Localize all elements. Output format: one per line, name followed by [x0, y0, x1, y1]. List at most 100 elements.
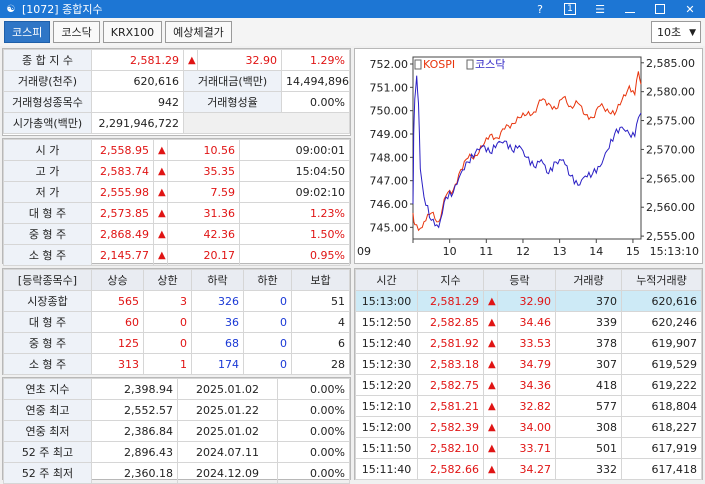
traded-count-value: 942 [91, 91, 184, 113]
record-label: 연중 최저 [3, 420, 92, 442]
tick-change: 33.53 [497, 332, 556, 354]
tick-cum-volume: 620,246 [621, 311, 702, 333]
tick-index: 2,582.10 [417, 437, 484, 459]
left-tick-label: 749.00 [370, 128, 409, 141]
tick-cum-volume: 617,418 [621, 458, 702, 480]
record-row: 연중 최고 2,552.57 2025.01.22 0.00% [3, 399, 350, 421]
record-date: 2024.07.11 [177, 441, 278, 463]
summary-label: 거래형성율 [183, 91, 282, 113]
tab-kospi[interactable]: 코스피 [4, 21, 51, 43]
tab-kosdaq[interactable]: 코스닥 [53, 21, 100, 43]
maximize-button[interactable] [645, 0, 675, 18]
breadth-upper-count: 3 [143, 290, 192, 312]
empty-cell [183, 112, 350, 134]
tick-index: 2,581.29 [417, 290, 484, 312]
up-arrow-icon: ▲ [483, 416, 498, 438]
legend-swatch [414, 59, 422, 70]
x-tick-label: 11 [479, 245, 493, 258]
price-value: 2,558.95 [91, 139, 154, 161]
tab-expected[interactable]: 예상체결가 [165, 21, 232, 43]
price-row: 시 가 2,558.95 ▲ 10.56 09:00:01 [3, 139, 350, 161]
tick-volume: 577 [555, 395, 622, 417]
x-tick-label: 10 [443, 245, 457, 258]
x-tick-label: 14 [589, 245, 603, 258]
tick-panel[interactable]: 시간 지수 등락 거래량 누적거래량 15:13:00 2,581.29 ▲ 32.90 370 6… [354, 268, 703, 480]
record-rate: 0.00% [277, 462, 350, 484]
tick-cum-volume: 619,529 [621, 353, 702, 375]
tick-change: 34.00 [497, 416, 556, 438]
tick-row[interactable]: 15:12:50 2,582.85 ▲ 34.46 339 620,246 [355, 311, 702, 333]
tick-row[interactable]: 15:11:50 2,582.10 ▲ 33.71 501 617,919 [355, 437, 702, 459]
pin-icon: 1 [564, 3, 576, 15]
summary-row: 거래량(천주) 620,616 거래대금(백만) 14,494,896 [3, 70, 350, 92]
close-button[interactable]: ✕ [675, 0, 705, 18]
tick-cum-volume: 619,222 [621, 374, 702, 396]
price-value: 2,573.85 [91, 202, 154, 224]
tick-header-index: 지수 [417, 269, 484, 291]
menu-icon: ☰ [595, 2, 605, 16]
left-tick-label: 750.00 [370, 105, 409, 118]
x-tick-label: 12 [516, 245, 530, 258]
tab-krx100[interactable]: KRX100 [102, 21, 163, 43]
tick-cum-volume: 618,804 [621, 395, 702, 417]
tick-time: 15:12:20 [355, 374, 418, 396]
minimize-button[interactable] [615, 0, 645, 18]
records-panel: 연초 지수 2,398.94 2025.01.02 0.00% 연중 최고 2,552.5… [2, 377, 351, 484]
tick-index: 2,583.18 [417, 353, 484, 375]
record-value: 2,552.57 [91, 399, 178, 421]
tick-volume: 307 [555, 353, 622, 375]
tick-change: 32.82 [497, 395, 556, 417]
tick-index: 2,581.92 [417, 332, 484, 354]
record-row: 연초 지수 2,398.94 2025.01.02 0.00% [3, 378, 350, 400]
tick-cum-volume: 617,919 [621, 437, 702, 459]
menu-button[interactable]: ☰ [585, 0, 615, 18]
tick-row[interactable]: 15:13:00 2,581.29 ▲ 32.90 370 620,616 [355, 290, 702, 312]
tick-index: 2,582.66 [417, 458, 484, 480]
up-arrow-icon: ▲ [483, 290, 498, 312]
summary-panel: 종 합 지 수 2,581.29 ▲ 32.90 1.29% 거래량(천주) 6… [2, 48, 351, 136]
tick-row[interactable]: 15:12:30 2,583.18 ▲ 34.79 307 619,529 [355, 353, 702, 375]
help-button[interactable]: ? [525, 0, 555, 18]
tick-row[interactable]: 15:12:00 2,582.39 ▲ 34.00 308 618,227 [355, 416, 702, 438]
tick-row[interactable]: 15:12:10 2,581.21 ▲ 32.82 577 618,804 [355, 395, 702, 417]
left-tick-label: 752.00 [370, 58, 409, 71]
price-label: 저 가 [3, 181, 92, 203]
price-extra: 15:04:50 [239, 160, 350, 182]
up-arrow-icon: ▲ [153, 160, 168, 182]
legend-label: 코스닥 [475, 58, 505, 71]
period-select[interactable]: 10초 ▼ [651, 21, 701, 43]
up-arrow-icon: ▲ [483, 332, 498, 354]
app-logo-icon: ☯ [6, 3, 16, 15]
intraday-chart[interactable]: 752.00 751.00 750.00 749.00 748.00 747.00 746.… [354, 48, 703, 264]
breadth-header: 상한 [143, 269, 192, 291]
breadth-lower-count: 0 [243, 353, 292, 375]
price-change: 20.17 [167, 244, 240, 266]
pin-button[interactable]: 1 [555, 0, 585, 18]
tick-row[interactable]: 15:12:20 2,582.75 ▲ 34.36 418 619,222 [355, 374, 702, 396]
breadth-lower-count: 0 [243, 332, 292, 354]
summary-label: 종 합 지 수 [3, 49, 92, 71]
breadth-header: 상승 [91, 269, 144, 291]
up-arrow-icon: ▲ [483, 395, 498, 417]
price-row: 저 가 2,555.98 ▲ 7.59 09:02:10 [3, 181, 350, 203]
record-rate: 0.00% [277, 378, 350, 400]
tick-index: 2,581.21 [417, 395, 484, 417]
maximize-icon [655, 4, 665, 14]
breadth-down-count: 36 [191, 311, 244, 333]
composite-change: 32.90 [197, 49, 282, 71]
price-change: 7.59 [167, 181, 240, 203]
tick-row[interactable]: 15:12:40 2,581.92 ▲ 33.53 378 619,907 [355, 332, 702, 354]
breadth-row: 소 형 주 313 1 174 0 28 [3, 353, 350, 375]
breadth-row: 중 형 주 125 0 68 0 6 [3, 332, 350, 354]
tick-row[interactable]: 15:11:40 2,582.66 ▲ 34.27 332 617,418 [355, 458, 702, 480]
traded-rate-value: 0.00% [281, 91, 350, 113]
summary-label: 거래형성종목수 [3, 91, 92, 113]
tick-change: 34.36 [497, 374, 556, 396]
right-tick-label: 2,555.00 [646, 230, 695, 243]
breadth-down-count: 174 [191, 353, 244, 375]
left-tick-label: 746.00 [370, 198, 409, 211]
breadth-flat-count: 28 [291, 353, 350, 375]
price-extra: 1.50% [239, 223, 350, 245]
left-tick-label: 751.00 [370, 81, 409, 94]
close-icon: ✕ [685, 2, 695, 16]
